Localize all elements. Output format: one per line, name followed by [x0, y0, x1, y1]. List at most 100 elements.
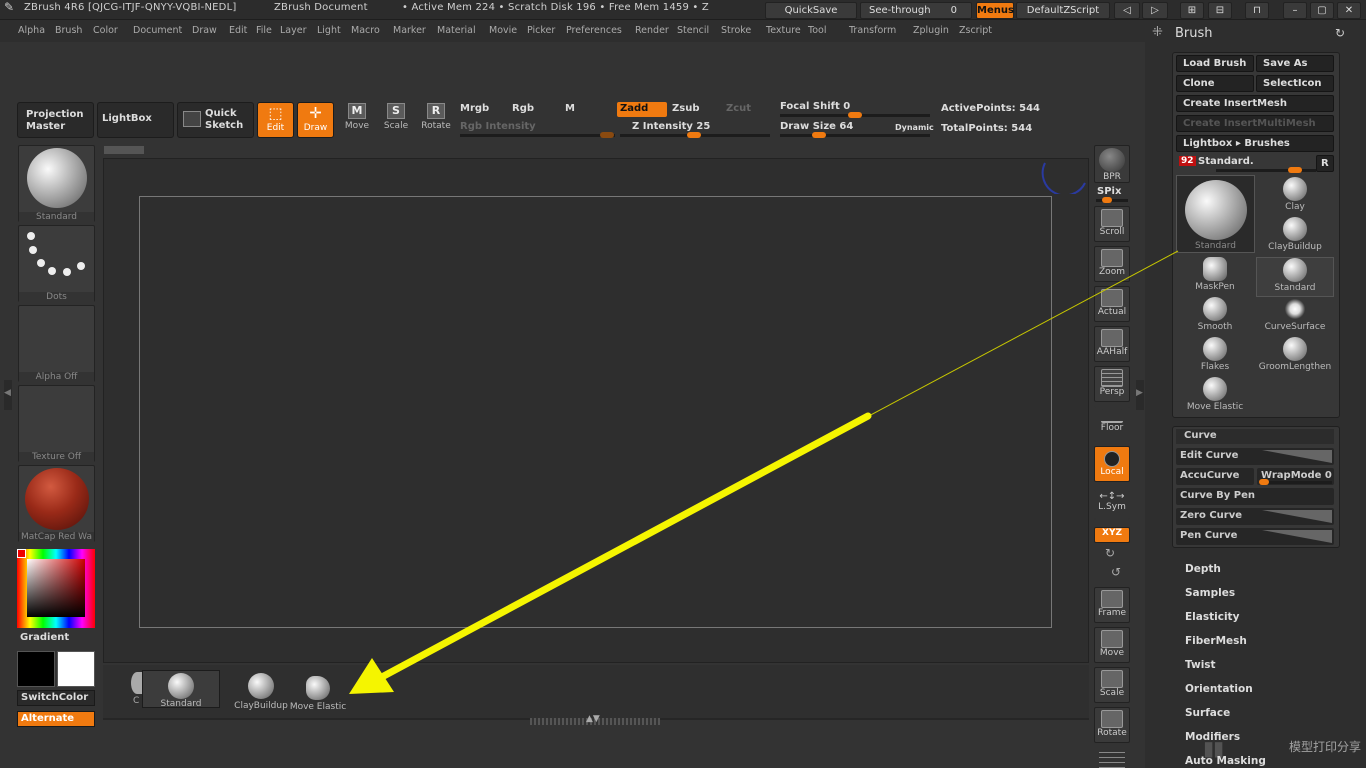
- color-picker[interactable]: [17, 549, 95, 628]
- accucurve-button[interactable]: AccuCurve: [1176, 468, 1254, 485]
- edit-curve[interactable]: Edit Curve: [1176, 448, 1334, 465]
- z-intensity-label[interactable]: Z Intensity 25: [632, 121, 710, 132]
- current-brush-slider[interactable]: 92 Standard.: [1176, 155, 1316, 173]
- menu-item-render[interactable]: Render: [635, 25, 669, 36]
- scale-mode-button[interactable]: S Scale: [376, 101, 416, 139]
- palette-brush-groomlengthen[interactable]: GroomLengthen: [1256, 337, 1334, 377]
- palette-brush-maskpen[interactable]: MaskPen: [1176, 257, 1254, 297]
- zsub-button[interactable]: Zsub: [672, 103, 699, 114]
- menu-item-stroke[interactable]: Stroke: [721, 25, 751, 36]
- local-button[interactable]: Local: [1094, 446, 1130, 482]
- edit-mode-button[interactable]: ⬚ Edit: [257, 102, 294, 138]
- menu-item-material[interactable]: Material: [437, 25, 476, 36]
- palette-refresh-icon[interactable]: ↻: [1335, 26, 1345, 40]
- palette-brush-standard[interactable]: Standard: [1256, 257, 1334, 297]
- dynamic-toggle[interactable]: Dynamic: [895, 123, 934, 132]
- save-as-button[interactable]: Save As: [1256, 55, 1334, 72]
- menu-item-picker[interactable]: Picker: [527, 25, 555, 36]
- rotate-z-icon[interactable]: ↺: [1111, 565, 1121, 579]
- scale-view-button[interactable]: Scale: [1094, 667, 1130, 703]
- canvas-scroll-handle[interactable]: [104, 146, 144, 154]
- menu-item-edit[interactable]: Edit: [229, 25, 247, 36]
- menu-item-draw[interactable]: Draw: [192, 25, 217, 36]
- material-thumbnail[interactable]: MatCap Red Wa: [18, 465, 95, 542]
- projection-master-button[interactable]: Projection Master: [17, 102, 94, 138]
- rgb-intensity-label[interactable]: Rgb Intensity: [460, 121, 536, 132]
- rotate-y-icon[interactable]: ↻: [1105, 546, 1115, 560]
- minimize-icon[interactable]: –: [1283, 2, 1307, 19]
- palette-brush-clay[interactable]: Clay: [1256, 177, 1334, 217]
- menus-toggle[interactable]: Menus: [976, 2, 1014, 19]
- xyz-button[interactable]: XYZ: [1094, 527, 1130, 543]
- menu-item-macro[interactable]: Macro: [351, 25, 380, 36]
- menu-item-document[interactable]: Document: [133, 25, 182, 36]
- focal-shift-label[interactable]: Focal Shift 0: [780, 101, 850, 112]
- curve-by-pen[interactable]: Curve By Pen: [1176, 488, 1334, 505]
- section-twist[interactable]: Twist: [1185, 659, 1216, 671]
- m-button[interactable]: M: [565, 103, 575, 114]
- move-mode-button[interactable]: M Move: [337, 101, 377, 139]
- alternate-button[interactable]: Alternate: [17, 711, 95, 727]
- tray-brush-standard[interactable]: Standard: [142, 670, 220, 709]
- layout-icon[interactable]: ⊞: [1180, 2, 1204, 19]
- see-through-slider[interactable]: See-through 0: [860, 2, 972, 19]
- persp-button[interactable]: Persp: [1094, 366, 1130, 402]
- main-color-swatch[interactable]: [17, 651, 55, 687]
- rotate-mode-button[interactable]: R Rotate: [416, 101, 456, 139]
- tray-brush-claybuildup[interactable]: ClayBuildup: [234, 670, 288, 711]
- palette-brush-curvesurface[interactable]: CurveSurface: [1256, 297, 1334, 337]
- menu-item-alpha[interactable]: Alpha: [18, 25, 45, 36]
- palette-drag-icon[interactable]: ⁜: [1152, 25, 1163, 40]
- move-view-button[interactable]: Move: [1094, 627, 1130, 663]
- scroll-left-icon[interactable]: ◁: [1114, 2, 1140, 19]
- layout2-icon[interactable]: ⊟: [1208, 2, 1232, 19]
- wrapmode-slider[interactable]: WrapMode 0: [1257, 468, 1334, 485]
- palette-brush-flakes[interactable]: Flakes: [1176, 337, 1254, 377]
- curve-title[interactable]: Curve: [1176, 429, 1334, 444]
- palette-brush-smooth[interactable]: Smooth: [1176, 297, 1254, 337]
- mrgb-button[interactable]: Mrgb: [460, 103, 489, 114]
- select-icon-button[interactable]: SelectIcon: [1256, 75, 1334, 92]
- menu-item-transform[interactable]: Transform: [849, 25, 896, 36]
- rgb-button[interactable]: Rgb: [512, 103, 534, 114]
- switch-color-button[interactable]: SwitchColor: [17, 690, 95, 706]
- load-brush-button[interactable]: Load Brush: [1176, 55, 1254, 72]
- section-elasticity[interactable]: Elasticity: [1185, 611, 1239, 623]
- zoom-button[interactable]: Zoom: [1094, 246, 1130, 282]
- menu-item-texture[interactable]: Texture: [766, 25, 801, 36]
- zadd-button[interactable]: Zadd: [617, 102, 667, 117]
- focal-shift-slider[interactable]: [780, 112, 930, 118]
- menu-item-file[interactable]: File: [256, 25, 272, 36]
- menu-item-color[interactable]: Color: [93, 25, 118, 36]
- section-samples[interactable]: Samples: [1185, 587, 1235, 599]
- section-fibermesh[interactable]: FiberMesh: [1185, 635, 1247, 647]
- close-icon[interactable]: ✕: [1337, 2, 1361, 19]
- z-intensity-slider[interactable]: [620, 132, 770, 138]
- aahalf-button[interactable]: AAHalf: [1094, 326, 1130, 362]
- create-insertmesh-button[interactable]: Create InsertMesh: [1176, 95, 1334, 112]
- default-zscript-button[interactable]: DefaultZScript: [1016, 2, 1110, 19]
- stroke-thumbnail[interactable]: Dots: [18, 225, 95, 302]
- rgb-intensity-slider[interactable]: [460, 132, 615, 138]
- draw-size-label[interactable]: Draw Size 64: [780, 121, 853, 132]
- clone-button[interactable]: Clone: [1176, 75, 1254, 92]
- bottom-tray-handle[interactable]: ▲▼: [530, 714, 660, 725]
- alpha-thumbnail[interactable]: Alpha Off: [18, 305, 95, 382]
- menu-item-layer[interactable]: Layer: [280, 25, 307, 36]
- scroll-right-icon[interactable]: ▷: [1142, 2, 1168, 19]
- secondary-color-swatch[interactable]: [57, 651, 95, 687]
- spix-slider[interactable]: [1096, 197, 1128, 203]
- menu-item-stencil[interactable]: Stencil: [677, 25, 709, 36]
- menu-item-zscript[interactable]: Zscript: [959, 25, 992, 36]
- spix-label[interactable]: SPix: [1097, 186, 1121, 197]
- section-orientation[interactable]: Orientation: [1185, 683, 1253, 695]
- polyframe-icon[interactable]: [1099, 752, 1125, 768]
- palette-brush-move-elastic[interactable]: Move Elastic: [1176, 377, 1254, 417]
- menu-item-zplugin[interactable]: Zplugin: [913, 25, 949, 36]
- pen-curve[interactable]: Pen Curve: [1176, 528, 1334, 545]
- floor-button[interactable]: Floor: [1094, 406, 1130, 442]
- maximize-icon[interactable]: ▢: [1310, 2, 1334, 19]
- palette-brush-claybuildup[interactable]: ClayBuildup: [1256, 217, 1334, 257]
- reset-brush-button[interactable]: R: [1316, 155, 1334, 172]
- current-brush-preview[interactable]: Standard: [1176, 175, 1255, 253]
